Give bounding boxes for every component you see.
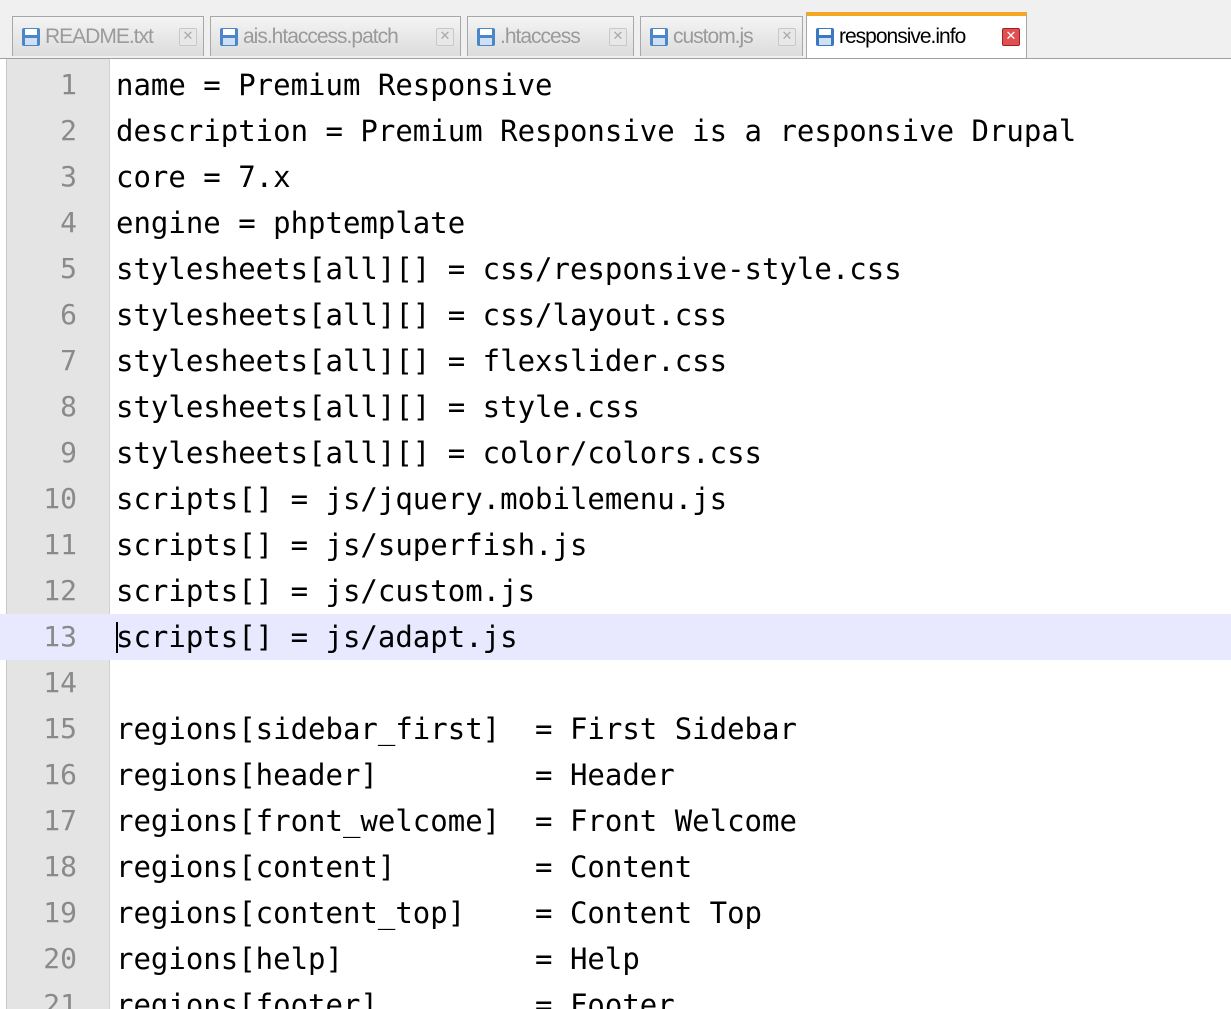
tab-readme[interactable]: README.txt ✕ (12, 16, 204, 56)
line-text: name = Premium Responsive (116, 68, 553, 102)
line-number: 19 (43, 896, 77, 929)
line-number: 15 (43, 712, 77, 745)
line-text: regions[header] = Header (116, 758, 675, 792)
floppy-disk-icon (649, 27, 669, 47)
code-line[interactable]: 5 stylesheets[all][] = css/responsive-st… (0, 246, 1231, 292)
line-number: 1 (60, 68, 77, 101)
code-line[interactable]: 14 (0, 660, 1231, 706)
code-line[interactable]: 17 regions[front_welcome] = Front Welcom… (0, 798, 1231, 844)
tab-custom-js[interactable]: custom.js ✕ (640, 16, 803, 56)
tab-label: custom.js (673, 24, 754, 48)
close-icon[interactable]: ✕ (179, 27, 197, 46)
code-line[interactable]: 3 core = 7.x (0, 154, 1231, 200)
line-number: 12 (43, 574, 77, 607)
code-line[interactable]: 10 scripts[] = js/jquery.mobilemenu.js (0, 476, 1231, 522)
text-caret (116, 622, 118, 653)
line-number: 21 (43, 988, 77, 1009)
line-text: stylesheets[all][] = css/layout.css (116, 298, 728, 332)
line-text: description = Premium Responsive is a re… (116, 114, 1077, 148)
floppy-disk-icon (476, 27, 496, 47)
line-number: 14 (43, 666, 77, 699)
line-text: stylesheets[all][] = color/colors.css (116, 436, 763, 470)
code-line[interactable]: 15 regions[sidebar_first] = First Sideba… (0, 706, 1231, 752)
close-icon[interactable]: ✕ (778, 27, 796, 46)
close-icon[interactable]: ✕ (1002, 28, 1020, 46)
code-line[interactable]: 12 scripts[] = js/custom.js (0, 568, 1231, 614)
line-text: scripts[] = js/superfish.js (116, 528, 588, 562)
line-number: 11 (43, 528, 77, 561)
floppy-disk-icon (21, 27, 41, 47)
code-line[interactable]: 18 regions[content] = Content (0, 844, 1231, 890)
line-number: 9 (60, 436, 77, 469)
current-line[interactable]: 13 scripts[] = js/adapt.js (0, 614, 1231, 660)
line-text: engine = phptemplate (116, 206, 466, 240)
line-text: scripts[] = js/adapt.js (116, 620, 518, 654)
line-number: 8 (60, 390, 77, 423)
tab-label: ais.htaccess.patch (243, 24, 399, 48)
line-number: 3 (60, 160, 77, 193)
line-number: 4 (60, 206, 77, 239)
editor-window: README.txt ✕ ais.htaccess.patch ✕ .htacc… (0, 0, 1231, 1009)
line-text: scripts[] = js/custom.js (116, 574, 536, 608)
code-line[interactable]: 19 regions[content_top] = Content Top (0, 890, 1231, 936)
code-line[interactable]: 21 regions[footer] = Footer (0, 982, 1231, 1009)
close-icon[interactable]: ✕ (609, 27, 627, 46)
line-number: 7 (60, 344, 77, 377)
line-number: 2 (60, 114, 77, 147)
code-line[interactable]: 1 name = Premium Responsive (0, 62, 1231, 108)
line-number: 17 (43, 804, 77, 837)
close-icon[interactable]: ✕ (436, 27, 454, 46)
tab-htaccess[interactable]: .htaccess ✕ (467, 16, 634, 56)
code-line[interactable]: 2 description = Premium Responsive is a … (0, 108, 1231, 154)
tab-label: .htaccess (500, 24, 581, 48)
line-text: stylesheets[all][] = css/responsive-styl… (116, 252, 902, 286)
line-text: regions[content_top] = Content Top (116, 896, 763, 930)
tab-responsive-info[interactable]: responsive.info ✕ (806, 12, 1027, 58)
line-text: regions[content] = Content (116, 850, 693, 884)
tab-bar: README.txt ✕ ais.htaccess.patch ✕ .htacc… (0, 0, 1231, 59)
code-line[interactable]: 8 stylesheets[all][] = style.css (0, 384, 1231, 430)
line-text: regions[help] = Help (116, 942, 640, 976)
tab-ais-htaccess-patch[interactable]: ais.htaccess.patch ✕ (210, 16, 461, 56)
code-line[interactable]: 6 stylesheets[all][] = css/layout.css (0, 292, 1231, 338)
line-number: 13 (43, 620, 77, 653)
code-line[interactable]: 20 regions[help] = Help (0, 936, 1231, 982)
code-line[interactable]: 7 stylesheets[all][] = flexslider.css (0, 338, 1231, 384)
code-line[interactable]: 9 stylesheets[all][] = color/colors.css (0, 430, 1231, 476)
line-text: regions[front_welcome] = Front Welcome (116, 804, 797, 838)
tab-label: responsive.info (839, 25, 966, 48)
line-text: regions[sidebar_first] = First Sidebar (116, 712, 797, 746)
line-number: 16 (43, 758, 77, 791)
floppy-disk-icon (815, 27, 835, 47)
code-line[interactable]: 4 engine = phptemplate (0, 200, 1231, 246)
line-number: 10 (43, 482, 77, 515)
line-number: 18 (43, 850, 77, 883)
line-text: stylesheets[all][] = flexslider.css (116, 344, 728, 378)
line-text: stylesheets[all][] = style.css (116, 390, 640, 424)
tab-label: README.txt (45, 24, 154, 48)
line-number: 6 (60, 298, 77, 331)
code-editor[interactable]: 1 name = Premium Responsive 2 descriptio… (0, 59, 1231, 1009)
line-text: core = 7.x (116, 160, 291, 194)
line-text: regions[footer] = Footer (116, 988, 675, 1009)
line-text: scripts[] = js/jquery.mobilemenu.js (116, 482, 728, 516)
code-line[interactable]: 16 regions[header] = Header (0, 752, 1231, 798)
floppy-disk-icon (219, 27, 239, 47)
code-line[interactable]: 11 scripts[] = js/superfish.js (0, 522, 1231, 568)
line-number: 5 (60, 252, 77, 285)
line-number: 20 (43, 942, 77, 975)
